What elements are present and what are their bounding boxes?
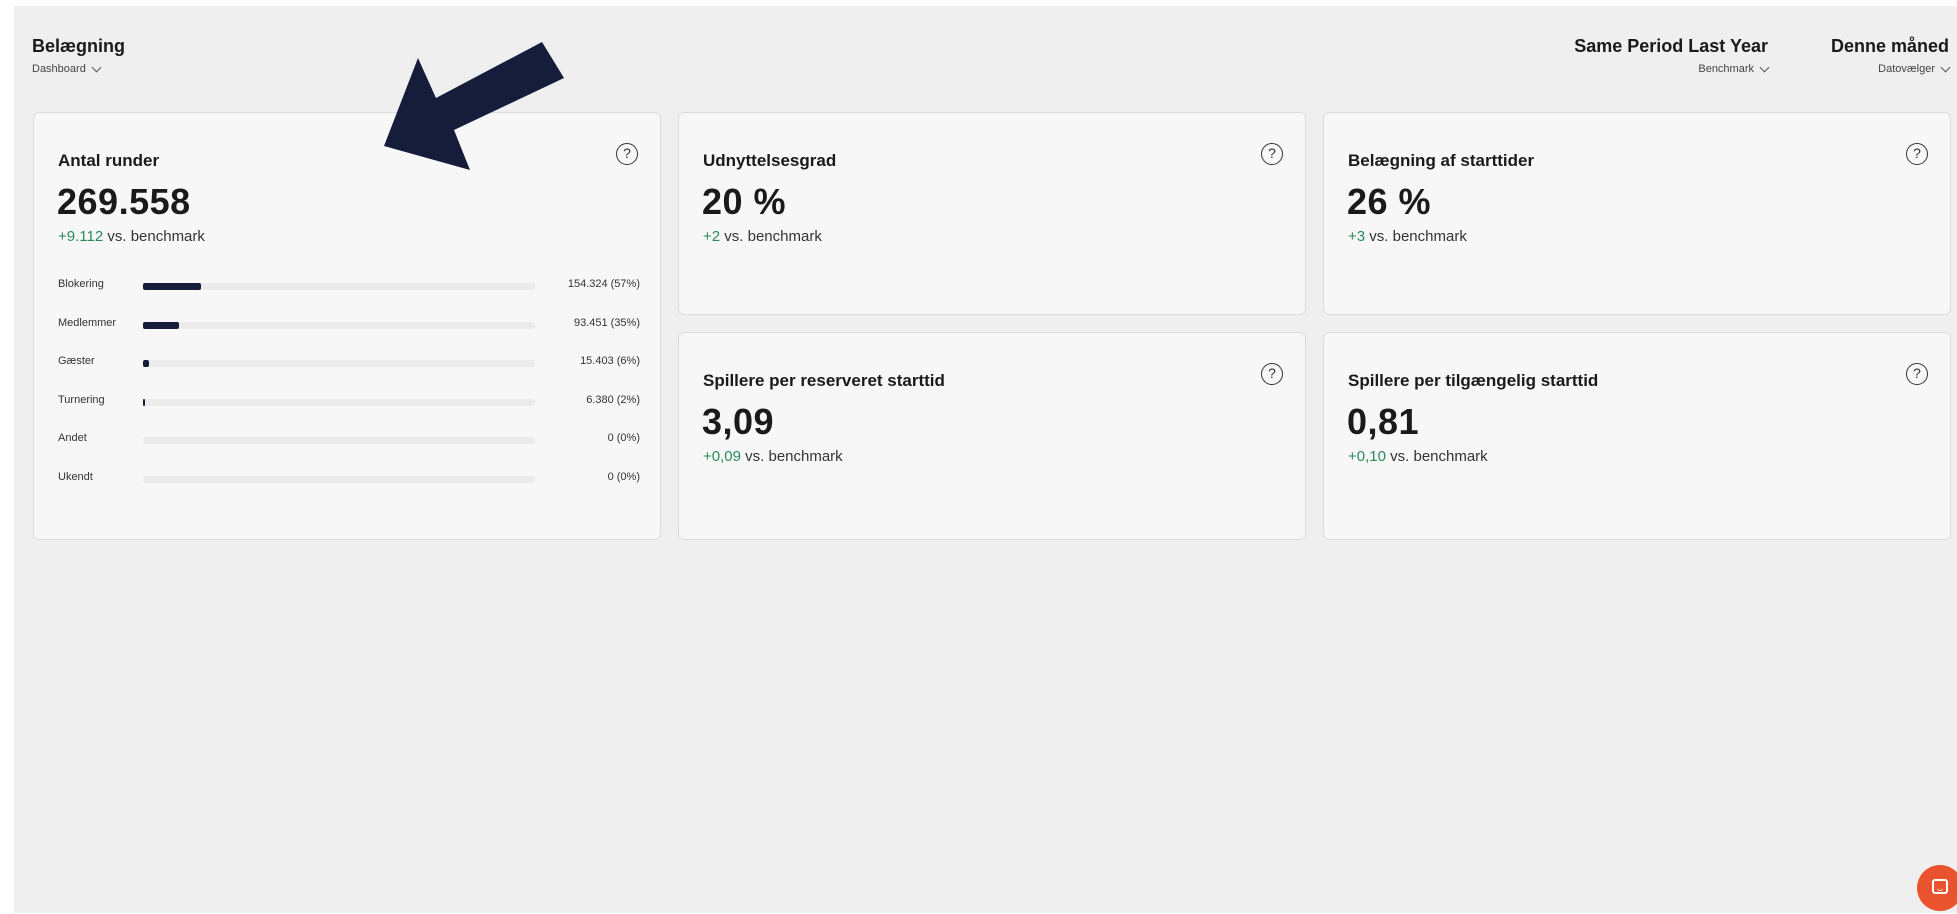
chevron-down-icon bbox=[91, 62, 102, 73]
page-header: Belægning Dashboard bbox=[32, 36, 125, 75]
delta-suffix: vs. benchmark bbox=[1390, 448, 1488, 465]
breakdown-bar-track bbox=[143, 360, 535, 367]
breakdown-value: 0 (0%) bbox=[607, 432, 640, 444]
date-picker-label: Datovælger bbox=[1878, 63, 1935, 75]
card-value: 20 % bbox=[702, 181, 787, 222]
card-delta: +3 vs. benchmark bbox=[1348, 228, 1467, 245]
breakdown-value: 154.324 (57%) bbox=[567, 278, 640, 290]
breakdown-row: Turnering 6.380 (2%) bbox=[58, 394, 640, 433]
breakdown-bar-fill bbox=[143, 398, 146, 406]
breakdown-label: Turnering bbox=[58, 393, 105, 406]
benchmark-dropdown-label: Benchmark bbox=[1698, 63, 1754, 75]
arrow-annotation-icon bbox=[384, 42, 564, 170]
card-spillere-per-tilgaengelig-starttid: Spillere per tilgængelig starttid ? 0,81… bbox=[1323, 332, 1951, 540]
date-picker[interactable]: Denne måned Datovælger bbox=[1830, 36, 1951, 75]
delta-suffix: vs. benchmark bbox=[745, 448, 843, 465]
breakdown-bar-track bbox=[143, 475, 535, 483]
breakdown-row: Medlemmer 93.451 (35%) bbox=[58, 317, 640, 356]
chevron-down-icon bbox=[1940, 62, 1951, 73]
card-title: Belægning af starttider bbox=[1348, 151, 1535, 170]
page-title: Belægning bbox=[32, 36, 125, 56]
help-icon[interactable]: ? bbox=[616, 143, 638, 165]
help-icon[interactable]: ? bbox=[1261, 363, 1283, 385]
benchmark-dropdown[interactable]: Benchmark bbox=[1574, 62, 1770, 75]
delta-suffix: vs. benchmark bbox=[107, 228, 205, 245]
help-icon[interactable]: ? bbox=[1261, 143, 1283, 165]
date-picker-dropdown[interactable]: Datovælger bbox=[1831, 62, 1951, 75]
card-value: 0,81 bbox=[1347, 401, 1420, 442]
chat-launcher-button[interactable] bbox=[1917, 865, 1957, 911]
card-spillere-per-reserveret-starttid: Spillere per reserveret starttid ? 3,09 … bbox=[678, 332, 1306, 540]
breakdown-bar-track bbox=[143, 437, 535, 444]
delta-suffix: vs. benchmark bbox=[1369, 228, 1467, 245]
card-value: 3,09 bbox=[702, 401, 775, 442]
card-value: 269.558 bbox=[57, 181, 191, 222]
card-belaegning-af-starttider: Belægning af starttider ? 26 % +3 vs. be… bbox=[1323, 112, 1951, 315]
card-udnyttelsesgrad: Udnyttelsesgrad ? 20 % +2 vs. benchmark bbox=[678, 112, 1306, 315]
breakdown-label: Medlemmer bbox=[58, 316, 117, 329]
delta-value: +0,10 bbox=[1348, 448, 1386, 465]
breakdown-bar-track bbox=[143, 283, 535, 290]
benchmark-value: Same Period Last Year bbox=[1574, 36, 1768, 56]
dashboard-dropdown-label: Dashboard bbox=[32, 63, 86, 75]
card-antal-runder: Antal runder ? 269.558 +9.112 vs. benchm… bbox=[33, 112, 661, 540]
breakdown-label: Gæster bbox=[58, 355, 95, 367]
card-delta: +0,09 vs. benchmark bbox=[703, 448, 843, 465]
breakdown-row: Andet 0 (0%) bbox=[58, 432, 640, 471]
card-title: Antal runder bbox=[58, 151, 160, 170]
breakdown-label: Blokering bbox=[58, 278, 104, 290]
breakdown-value: 15.403 (6%) bbox=[580, 355, 640, 367]
breakdown-bar-track bbox=[143, 398, 535, 406]
delta-value: +0,09 bbox=[703, 448, 741, 465]
card-title: Udnyttelsesgrad bbox=[703, 151, 837, 170]
delta-value: +3 bbox=[1348, 228, 1366, 245]
breakdown-row: Blokering 154.324 (57%) bbox=[58, 278, 640, 317]
date-picker-value: Denne måned bbox=[1830, 36, 1949, 56]
benchmark-selector[interactable]: Same Period Last Year Benchmark bbox=[1574, 36, 1770, 75]
breakdown-bar-fill bbox=[143, 283, 202, 290]
breakdown-value: 0 (0%) bbox=[607, 470, 640, 483]
dashboard-dropdown[interactable]: Dashboard bbox=[32, 62, 125, 75]
help-icon[interactable]: ? bbox=[1906, 143, 1928, 165]
breakdown-row: Gæster 15.403 (6%) bbox=[58, 355, 640, 394]
delta-value: +9.112 bbox=[58, 228, 104, 245]
breakdown-bar-fill bbox=[143, 360, 150, 367]
delta-suffix: vs. benchmark bbox=[724, 228, 822, 245]
breakdown-bar-fill bbox=[143, 321, 179, 329]
card-delta: +9.112 vs. benchmark bbox=[58, 228, 205, 245]
chat-bubble-icon bbox=[1932, 879, 1948, 894]
breakdown-label: Ukendt bbox=[58, 470, 93, 483]
card-title: Spillere per tilgængelig starttid bbox=[1348, 371, 1599, 390]
breakdown-value: 6.380 (2%) bbox=[586, 393, 640, 406]
breakdown-label: Andet bbox=[58, 432, 87, 444]
breakdown-value: 93.451 (35%) bbox=[573, 316, 640, 329]
breakdown-row: Ukendt 0 (0%) bbox=[58, 471, 640, 510]
card-delta: +2 vs. benchmark bbox=[703, 228, 822, 245]
card-value: 26 % bbox=[1347, 181, 1432, 222]
breakdown-bar-track bbox=[143, 321, 535, 329]
delta-value: +2 bbox=[703, 228, 721, 245]
help-icon[interactable]: ? bbox=[1906, 363, 1928, 385]
breakdown-list: Blokering 154.324 (57%) Medlemmer 93.451… bbox=[58, 278, 640, 509]
card-delta: +0,10 vs. benchmark bbox=[1348, 448, 1488, 465]
card-title: Spillere per reserveret starttid bbox=[703, 371, 945, 390]
app-canvas: Belægning Dashboard Same Period Last Yea… bbox=[14, 6, 1957, 913]
chevron-down-icon bbox=[1759, 62, 1770, 73]
